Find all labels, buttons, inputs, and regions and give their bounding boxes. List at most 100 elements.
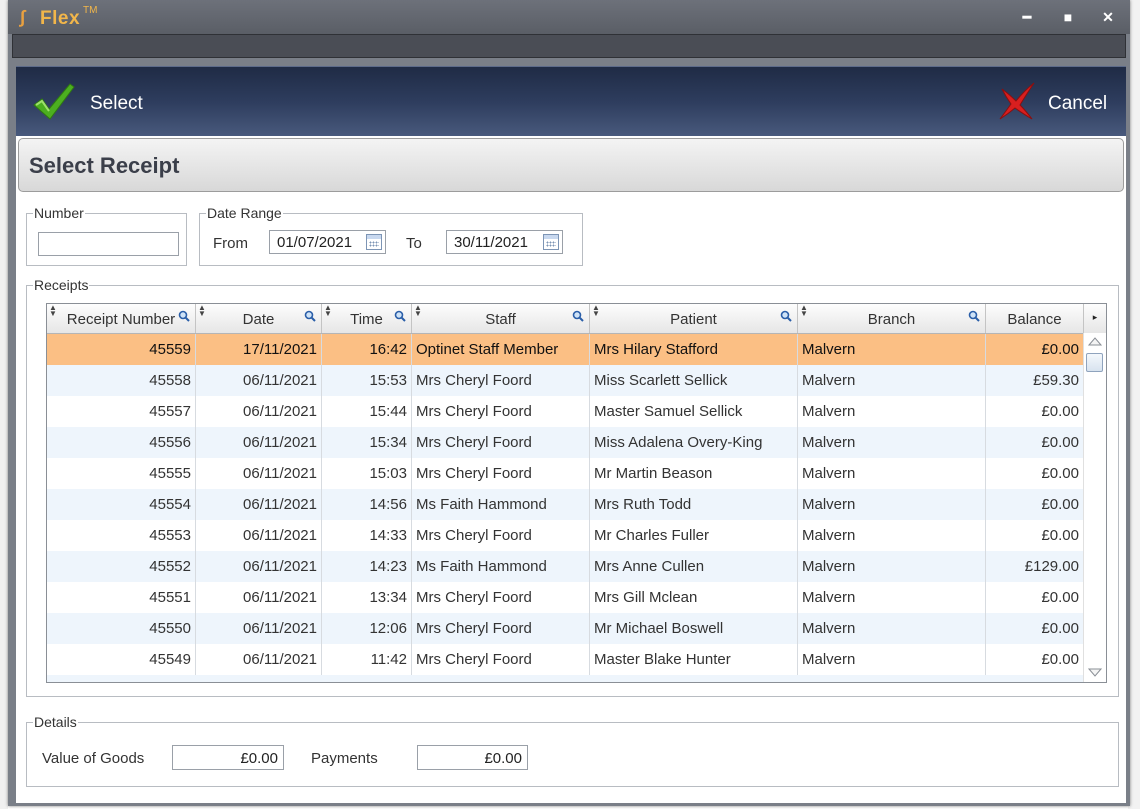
from-date-value: 01/07/2021 (277, 234, 353, 251)
cell-branch: Malvern (798, 396, 986, 427)
cell-balance: £0.00 (986, 458, 1084, 489)
cell-branch: Malvern (798, 365, 986, 396)
cell-date: 06/11/2021 (196, 551, 322, 582)
cell-branch: Malvern (798, 458, 986, 489)
table-row[interactable]: 45555 06/11/2021 15:03 Mrs Cheryl Foord Mr M… (47, 458, 1084, 489)
cell-patient: Mrs Gill Mclean (590, 582, 798, 613)
column-header-branch[interactable]: ▲ ▼ Branch (798, 304, 986, 333)
table-row[interactable]: 45554 06/11/2021 14:56 Ms Faith Hammond Mrs … (47, 489, 1084, 520)
cell-number: 45557 (47, 396, 196, 427)
table-row[interactable]: 45558 06/11/2021 15:53 Mrs Cheryl Foord Miss… (47, 365, 1084, 396)
magnifier-icon[interactable] (178, 310, 190, 322)
table-row[interactable]: 45553 06/11/2021 14:33 Mrs Cheryl Foord Mr C… (47, 520, 1084, 551)
close-button[interactable]: ✕ (1097, 9, 1119, 27)
dialog-content: Select Receipt Number Date Range From 01… (16, 136, 1126, 803)
menu-bar (12, 34, 1126, 58)
cell-number: 45555 (47, 458, 196, 489)
column-chooser-button[interactable]: ▸ (1084, 304, 1106, 333)
column-header-label: Date (242, 311, 275, 328)
vertical-scrollbar[interactable] (1083, 333, 1106, 682)
cell-time: 11:42 (322, 644, 412, 675)
cell-branch: Malvern (798, 613, 986, 644)
table-row[interactable]: 45551 06/11/2021 13:34 Mrs Cheryl Foord Mrs … (47, 582, 1084, 613)
cell-patient: Mr Charles Fuller (590, 520, 798, 551)
magnifier-icon[interactable] (572, 310, 584, 322)
cell-date: 06/11/2021 (196, 582, 322, 613)
cell-staff: Mrs Cheryl Foord (412, 644, 590, 675)
value-of-goods-label: Value of Goods (42, 750, 145, 767)
from-label: From (213, 235, 248, 252)
cell-balance: £0.00 (986, 613, 1084, 644)
cell-date: 06/11/2021 (196, 489, 322, 520)
value-of-goods-value: £0.00 (240, 750, 278, 767)
grid-header: ▲ ▼ Receipt Number ▲ ▼ Date ▲ ▼ Time ▲ ▼ Sta… (47, 304, 1106, 334)
minimize-button[interactable]: ━ (1016, 9, 1038, 27)
column-header-patient[interactable]: ▲ ▼ Patient (590, 304, 798, 333)
payments-label: Payments (311, 750, 378, 767)
cell-branch: Malvern (798, 582, 986, 613)
cell-branch: Malvern (798, 551, 986, 582)
cancel-x-icon (999, 82, 1035, 120)
cell-staff: Mrs Cheryl Foord (412, 365, 590, 396)
cell-time: 15:53 (322, 365, 412, 396)
magnifier-icon[interactable] (780, 310, 792, 322)
page-header: Select Receipt (18, 138, 1124, 192)
column-header-label: Branch (867, 311, 916, 328)
magnifier-icon[interactable] (968, 310, 980, 322)
cell-number: 45554 (47, 489, 196, 520)
number-input[interactable] (38, 232, 179, 256)
scroll-down-icon[interactable] (1088, 668, 1102, 678)
cell-number: 45550 (47, 613, 196, 644)
column-header-receipt-number[interactable]: ▲ ▼ Receipt Number (47, 304, 196, 333)
table-row[interactable]: 45552 06/11/2021 14:23 Ms Faith Hammond Mrs … (47, 551, 1084, 582)
cell-staff: Mrs Cheryl Foord (412, 613, 590, 644)
flex-logo-icon: ∫ (20, 7, 25, 27)
cell-date: 06/11/2021 (196, 520, 322, 551)
to-label: To (406, 235, 422, 252)
column-header-staff[interactable]: ▲ ▼ Staff (412, 304, 590, 333)
table-row[interactable]: 45556 06/11/2021 15:34 Mrs Cheryl Foord Miss… (47, 427, 1084, 458)
cell-patient: Mr Michael Boswell (590, 613, 798, 644)
receipts-legend: Receipts (33, 277, 90, 293)
table-row[interactable]: 45550 06/11/2021 12:06 Mrs Cheryl Foord Mr M… (47, 613, 1084, 644)
cancel-button[interactable]: Cancel (996, 81, 1116, 123)
table-row[interactable]: 45549 06/11/2021 11:42 Mrs Cheryl Foord Mast… (47, 644, 1084, 675)
scroll-up-icon[interactable] (1088, 336, 1102, 346)
cell-time: 14:56 (322, 489, 412, 520)
column-header-balance[interactable]: Balance (986, 304, 1084, 333)
column-header-time[interactable]: ▲ ▼ Time (322, 304, 412, 333)
cell-number: 45556 (47, 427, 196, 458)
cell-time: 14:33 (322, 520, 412, 551)
column-header-label: Staff (485, 311, 516, 328)
calendar-icon[interactable] (543, 234, 559, 250)
page-title: Select Receipt (29, 153, 180, 178)
cell-staff: Mrs Cheryl Foord (412, 427, 590, 458)
number-legend: Number (33, 205, 85, 221)
cell-number: 45553 (47, 520, 196, 551)
value-of-goods-field: £0.00 (172, 745, 284, 770)
magnifier-icon[interactable] (304, 310, 316, 322)
cell-date: 06/11/2021 (196, 365, 322, 396)
calendar-icon[interactable] (366, 234, 382, 250)
cell-patient: Master Samuel Sellick (590, 396, 798, 427)
maximize-button[interactable]: ■ (1057, 9, 1079, 27)
cell-balance: £0.00 (986, 396, 1084, 427)
magnifier-icon[interactable] (394, 310, 406, 322)
table-row[interactable]: 45557 06/11/2021 15:44 Mrs Cheryl Foord Mast… (47, 396, 1084, 427)
column-header-date[interactable]: ▲ ▼ Date (196, 304, 322, 333)
cell-patient: Miss Adalena Overy-King (590, 427, 798, 458)
cell-date: 06/11/2021 (196, 396, 322, 427)
to-date-field[interactable]: 30/11/2021 (446, 230, 563, 254)
cell-balance: £129.00 (986, 551, 1084, 582)
cell-time: 13:34 (322, 582, 412, 613)
select-label: Select (90, 93, 143, 114)
details-legend: Details (33, 714, 78, 730)
app-name: Flex (40, 8, 81, 29)
date-range-group: Date Range From 01/07/2021 To 30/11/2021 (199, 205, 583, 266)
trademark: TM (83, 5, 98, 16)
from-date-field[interactable]: 01/07/2021 (269, 230, 386, 254)
table-row-selected[interactable]: 45559 17/11/2021 16:42 Optinet Staff Member… (47, 334, 1084, 365)
scrollbar-thumb[interactable] (1086, 353, 1103, 372)
cell-time: 15:03 (322, 458, 412, 489)
cell-date: 06/11/2021 (196, 458, 322, 489)
